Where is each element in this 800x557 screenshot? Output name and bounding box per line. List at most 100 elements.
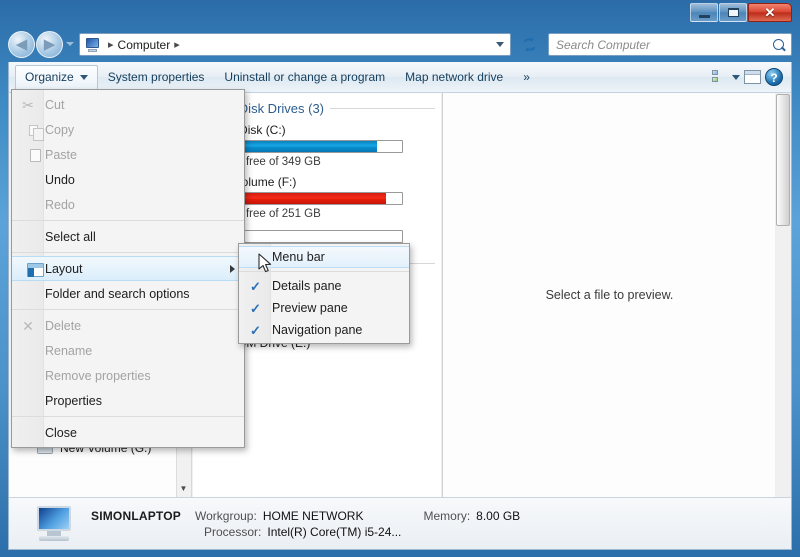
toolbar-item-label: System properties — [107, 70, 205, 84]
check-icon: ✓ — [250, 322, 261, 338]
mouse-cursor-icon — [258, 253, 272, 273]
chevron-down-icon — [79, 74, 88, 80]
organize-button[interactable]: Organize — [15, 64, 98, 90]
menu-item-rename[interactable]: Rename — [12, 338, 244, 363]
maximize-icon — [727, 8, 739, 17]
submenu-item-details-pane[interactable]: ✓ Details pane — [239, 275, 409, 297]
address-dropdown-icon[interactable] — [496, 42, 504, 47]
menu-item-undo[interactable]: Undo — [12, 167, 244, 192]
view-dropdown-icon[interactable] — [732, 74, 740, 80]
menu-item-label: Properties — [45, 393, 102, 408]
maximize-button[interactable] — [719, 3, 747, 22]
preview-pane: Select a file to preview. — [442, 93, 776, 497]
menu-item-label: Undo — [45, 172, 75, 187]
refresh-button[interactable] — [518, 33, 540, 56]
menu-item-folder-and-search-options[interactable]: Folder and search options — [12, 281, 244, 306]
search-box[interactable]: Search Computer — [548, 33, 792, 56]
menu-item-close[interactable]: Close — [12, 420, 244, 445]
minimize-button[interactable] — [690, 3, 718, 22]
workgroup-value: HOME NETWORK — [262, 508, 364, 523]
title-bar: ✕ — [0, 0, 800, 28]
menu-item-label: Redo — [45, 197, 75, 212]
menu-item-label: Close — [45, 425, 77, 440]
processor-label: Processor: — [204, 524, 262, 539]
details-text: SIMONLAPTOP Workgroup: HOME NETWORK Memo… — [91, 509, 520, 539]
details-pane: SIMONLAPTOP Workgroup: HOME NETWORK Memo… — [9, 497, 791, 549]
help-icon[interactable]: ? — [765, 68, 783, 86]
organize-label: Organize — [25, 70, 74, 84]
layout-icon — [20, 261, 44, 277]
copy-icon — [20, 122, 44, 141]
chevron-down-icon: ▼ — [179, 484, 188, 493]
submenu-item-navigation-pane[interactable]: ✓ Navigation pane — [239, 319, 409, 341]
toolbar-item-map-network-drive[interactable]: Map network drive — [395, 65, 513, 90]
toolbar-item-label: Map network drive — [405, 70, 504, 84]
menu-item-cut[interactable]: ✂ Cut — [12, 92, 244, 117]
preview-pane-toggle-icon[interactable] — [744, 70, 761, 84]
toolbar-right-group: ? — [712, 68, 791, 86]
memory-label: Memory: — [423, 508, 471, 523]
menu-separator — [12, 252, 244, 253]
memory-value: 8.00 GB — [476, 508, 521, 523]
menu-item-label: Remove properties — [45, 368, 151, 383]
window-controls: ✕ — [690, 3, 792, 22]
submenu-item-preview-pane[interactable]: ✓ Preview pane — [239, 297, 409, 319]
close-icon: ✕ — [764, 5, 776, 20]
computer-large-icon — [31, 505, 77, 543]
paste-icon — [20, 147, 41, 163]
breadcrumb-separator-2[interactable]: ▸ — [170, 38, 184, 51]
explorer-window: ✕ ◀ ▶ ▸ Computer ▸ Search Computer Organ… — [0, 0, 800, 557]
menu-item-select-all[interactable]: Select all — [12, 224, 244, 249]
change-view-icon[interactable] — [712, 70, 728, 84]
menu-separator — [12, 309, 244, 310]
menu-item-layout[interactable]: Layout — [12, 256, 244, 281]
toolbar-item-label: Uninstall or change a program — [224, 70, 386, 84]
scissors-icon: ✂ — [22, 96, 34, 113]
menu-item-label: Delete — [45, 318, 82, 333]
menu-item-label: Folder and search options — [45, 286, 190, 301]
details-row-1: SIMONLAPTOP Workgroup: HOME NETWORK Memo… — [91, 509, 520, 523]
back-arrow-icon: ◀ — [15, 36, 28, 53]
search-input[interactable]: Search Computer — [556, 38, 773, 52]
menu-item-redo[interactable]: Redo — [12, 192, 244, 217]
menu-item-remove-properties[interactable]: Remove properties — [12, 363, 244, 388]
organize-menu: ✂ Cut Copy Paste Undo Redo Select all La… — [11, 89, 245, 448]
toolbar-item-system-properties[interactable]: System properties — [98, 65, 215, 90]
menu-item-paste[interactable]: Paste — [12, 142, 244, 167]
check-icon: ✓ — [250, 278, 261, 294]
menu-item-label: Layout — [45, 261, 83, 276]
menu-item-label: Rename — [45, 343, 93, 358]
menu-item-delete[interactable]: ✕ Delete — [12, 313, 244, 338]
preview-placeholder-text: Select a file to preview. — [545, 288, 674, 302]
breadcrumb-computer[interactable]: Computer — [118, 38, 171, 52]
forward-button[interactable]: ▶ — [36, 31, 63, 58]
submenu-arrow-icon — [230, 264, 235, 273]
toolbar-overflow-button[interactable]: » — [513, 65, 540, 90]
back-button[interactable]: ◀ — [8, 31, 35, 58]
navigation-scroll-down-button[interactable]: ▼ — [177, 482, 190, 495]
submenu-item-label: Details pane — [272, 279, 342, 293]
menu-item-label: Paste — [45, 147, 77, 162]
computer-name: SIMONLAPTOP — [91, 508, 181, 523]
menu-item-label: Copy — [45, 122, 75, 137]
menu-item-copy[interactable]: Copy — [12, 117, 244, 142]
menu-item-label: Cut — [45, 97, 65, 112]
main-scrollbar[interactable] — [775, 93, 791, 497]
processor-value: Intel(R) Core(TM) i5-24... — [267, 524, 402, 539]
address-bar[interactable]: ▸ Computer ▸ — [79, 33, 511, 56]
menu-item-properties[interactable]: Properties — [12, 388, 244, 413]
delete-icon: ✕ — [22, 317, 34, 334]
menu-item-label: Select all — [45, 229, 96, 244]
address-bar-row: ◀ ▶ ▸ Computer ▸ Search Computer — [0, 28, 800, 62]
toolbar-item-uninstall[interactable]: Uninstall or change a program — [214, 65, 395, 90]
computer-icon — [85, 37, 101, 52]
history-dropdown-icon[interactable] — [66, 42, 74, 46]
main-scrollbar-thumb[interactable] — [776, 94, 790, 226]
close-button[interactable]: ✕ — [748, 3, 792, 22]
search-icon — [773, 39, 784, 50]
breadcrumb-separator-1: ▸ — [108, 39, 114, 51]
submenu-item-label: Navigation pane — [272, 323, 363, 337]
details-row-2: Processor: Intel(R) Core(TM) i5-24... — [91, 525, 520, 539]
submenu-item-label: Preview pane — [272, 301, 348, 315]
submenu-item-label: Menu bar — [272, 250, 325, 264]
